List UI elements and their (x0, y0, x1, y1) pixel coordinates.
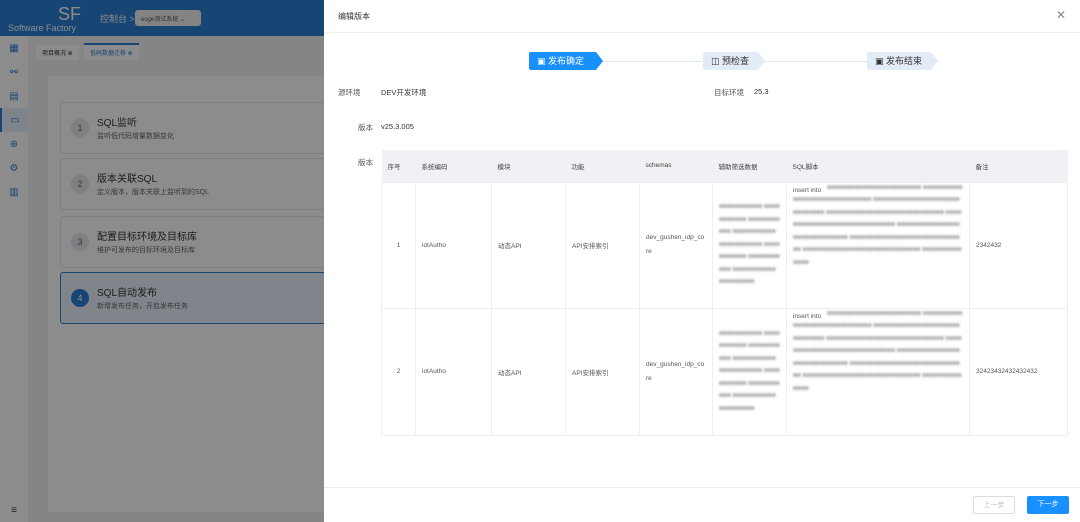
cell-func: API安排索引 (565, 307, 640, 436)
step-label: 发布确定 (548, 56, 585, 66)
blurred-content: ■■■■■■■■■■■ ■■■■■■■■■■■ ■■■■■■■■■■■ ■■■■… (719, 203, 780, 286)
cell-func: API安排索引 (565, 181, 640, 309)
table-label: 版本 (358, 158, 373, 167)
cell-sql: insert into ■■■■■■■■■■■■■■■■■■■■■■■■ ■■■■… (786, 307, 970, 436)
cell-code: iotAutho (415, 181, 492, 309)
blurred-content: ■■■■■■■■■■■■■■■■■■■■■■■■ ■■■■■■■■■■■■■■■… (793, 183, 963, 266)
version-label: 版本 (358, 123, 373, 132)
col-header: 系统编码 (415, 150, 492, 182)
cell-filter-data: ■■■■■■■■■■■ ■■■■■■■■■■■ ■■■■■■■■■■■ ■■■■… (712, 307, 787, 436)
col-header: schemas (639, 150, 713, 182)
cell-filter-data: ■■■■■■■■■■■ ■■■■■■■■■■■ ■■■■■■■■■■■ ■■■■… (712, 181, 787, 309)
cell-sql: insert into ■■■■■■■■■■■■■■■■■■■■■■■■ ■■■■… (786, 181, 970, 309)
divider (324, 487, 1080, 488)
cell-no: 1 (381, 181, 416, 309)
col-header: 辅助筛选数据 (712, 150, 787, 182)
col-header: 序号 (381, 150, 416, 182)
source-env-label: 源环境 (338, 88, 361, 97)
cell-schema: dev_gushen_idp_core (639, 307, 713, 436)
step-connector (602, 61, 702, 62)
table-row[interactable]: 1 iotAutho 动态API API安排索引 dev_gushen_idp_… (381, 181, 1068, 309)
next-step-button[interactable]: 下一步 (1027, 496, 1069, 514)
table-header: 序号 系统编码 模块 功能 schemas 辅助筛选数据 SQL脚本 备注 (381, 150, 1068, 182)
cell-code: iotAutho (415, 307, 492, 436)
version-value: v25.3.005 (381, 122, 414, 131)
source-env-value: DEV开发环境 (381, 88, 427, 97)
step-label: 发布结束 (886, 56, 923, 66)
col-header: 功能 (565, 150, 640, 182)
drawer-title: 编辑版本 (338, 12, 370, 21)
divider (324, 32, 1080, 33)
step-publish-confirm: ▣ 发布确定 (529, 52, 603, 70)
col-header: SQL脚本 (786, 150, 970, 182)
blurred-content: ■■■■■■■■■■■ ■■■■■■■■■■■ ■■■■■■■■■■■ ■■■■… (719, 329, 780, 412)
cell-schema: dev_gushen_idp_core (639, 181, 713, 309)
step-connector (764, 61, 868, 62)
edit-version-drawer: 编辑版本 ✕ ▣ 发布确定 ◫ 预检查 ▣ 发布结束 源环境 DEV开发环境 目… (324, 0, 1080, 522)
step-label: 预检查 (722, 56, 750, 66)
cell-module: 动态API (491, 181, 566, 309)
blurred-content: ■■■■■■■■■■■■■■■■■■■■■■■■ ■■■■■■■■■■■■■■■… (793, 309, 963, 392)
cell-remark: 32423432432432432 (969, 307, 1068, 436)
table-row[interactable]: 2 iotAutho 动态API API安排索引 dev_gushen_idp_… (381, 307, 1068, 436)
prev-step-button[interactable]: 上一步 (973, 496, 1015, 514)
cell-module: 动态API (491, 307, 566, 436)
step-publish-end: ▣ 发布结束 (867, 52, 938, 70)
close-icon[interactable]: ✕ (1056, 8, 1066, 22)
step-precheck: ◫ 预检查 (703, 52, 765, 70)
cell-remark: 2342432 (969, 181, 1068, 309)
col-header: 模块 (491, 150, 566, 182)
sql-table: 序号 系统编码 模块 功能 schemas 辅助筛选数据 SQL脚本 备注 1 … (381, 150, 1068, 436)
target-env-value: 25.3 (754, 87, 769, 96)
cell-no: 2 (381, 307, 416, 436)
target-env-label: 目标环境 (714, 88, 744, 97)
col-header: 备注 (969, 150, 1068, 182)
